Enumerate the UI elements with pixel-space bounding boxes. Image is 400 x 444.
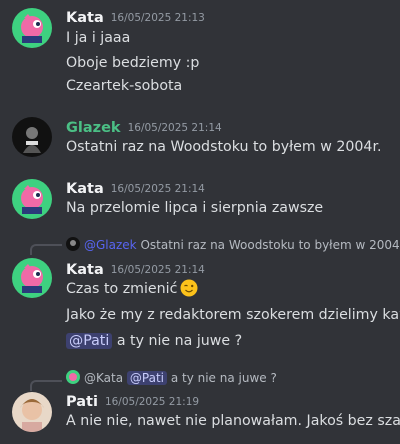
reply-text: a ty nie na juwe ? — [170, 371, 277, 385]
reply-preview[interactable]: @Glazek Ostatni raz na Woodstoku to byłe… — [66, 236, 400, 254]
message-header: Pati 16/05/2025 21:19 — [66, 391, 199, 411]
reply-author[interactable]: @Glazek — [84, 238, 137, 252]
username[interactable]: Glazek — [66, 120, 121, 136]
kata-mini-avatar — [66, 370, 80, 384]
reply-spine — [30, 380, 62, 391]
winking-face-emoji — [180, 279, 198, 297]
message-header: Kata 16/05/2025 21:13 — [66, 7, 205, 27]
glazek-mini-avatar — [66, 237, 80, 251]
message-text: I ja i jaaa — [66, 30, 131, 46]
message-text: Jako że my z redaktorem szokerem dzielim… — [66, 307, 400, 323]
message-text: Oboje bedziemy :p — [66, 55, 200, 71]
message-header: Kata 16/05/2025 21:14 — [66, 259, 205, 279]
message-text: @Pati a ty nie na juwe ? — [66, 331, 242, 351]
timestamp: 16/05/2025 21:14 — [127, 122, 222, 134]
timestamp: 16/05/2025 21:14 — [110, 183, 205, 195]
message-header: Glazek 16/05/2025 21:14 — [66, 117, 222, 137]
username[interactable]: Kata — [66, 10, 104, 26]
reply-spine — [30, 244, 62, 255]
message-text-fragment: a ty nie na juwe ? — [116, 333, 243, 349]
timestamp: 16/05/2025 21:14 — [110, 264, 205, 276]
reply-preview[interactable]: @Kata @Pati a ty nie na juwe ? — [66, 369, 277, 387]
reply-author[interactable]: @Kata — [84, 371, 123, 385]
chat-message-list: Kata 16/05/2025 21:13 I ja i jaaa Oboje b… — [0, 0, 400, 444]
user-mention[interactable]: @Pati — [66, 333, 113, 349]
username[interactable]: Kata — [66, 181, 104, 197]
username[interactable]: Kata — [66, 262, 104, 278]
kata-avatar[interactable] — [12, 258, 52, 298]
message-text: Ostatni raz na Woodstoku to byłem w 2004… — [66, 139, 382, 155]
message-text: Czeartek-sobota — [66, 78, 183, 94]
username[interactable]: Pati — [66, 394, 98, 410]
message-header: Kata 16/05/2025 21:14 — [66, 178, 205, 198]
timestamp: 16/05/2025 21:13 — [110, 12, 205, 24]
timestamp: 16/05/2025 21:19 — [104, 396, 200, 408]
message-text: Czas to zmienić — [66, 279, 198, 299]
pati-avatar[interactable] — [12, 392, 52, 432]
reply-text: Ostatni raz na Woodstoku to byłem w 2004… — [140, 238, 400, 252]
user-mention[interactable]: @Pati — [126, 371, 167, 385]
glazek-avatar[interactable] — [12, 117, 52, 157]
kata-avatar[interactable] — [12, 8, 52, 48]
message-text: Na przelomie lipca i sierpnia zawsze — [66, 200, 324, 216]
message-text-fragment: Czas to zmienić — [66, 281, 178, 297]
kata-avatar[interactable] — [12, 179, 52, 219]
message-text: A nie nie, nawet nie planowałam. Jakoś b… — [66, 413, 400, 429]
